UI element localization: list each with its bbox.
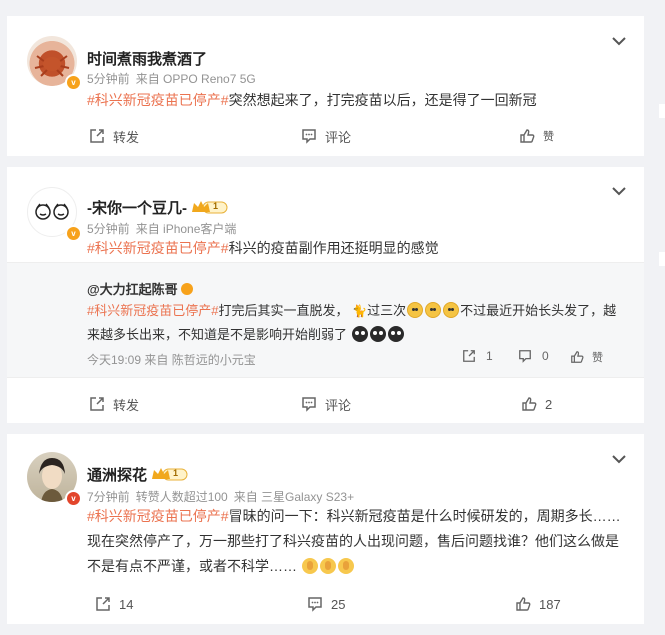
comment-button[interactable]: 25	[307, 588, 345, 620]
post-card-2: v -宋你一个豆几- 1 5分钟前 来自 iPhone客户端 #科兴新冠疫苗已停产…	[7, 167, 644, 423]
post-source: 来自 三星Galaxy S23+	[233, 490, 355, 504]
comment-button[interactable]: 评论	[301, 388, 351, 420]
post-card-3: v 通洲探花 1 7分钟前 转赞人数超过100 来自 三星Galaxy S23+ #…	[7, 434, 644, 624]
username[interactable]: 时间煮雨我煮酒了	[87, 48, 207, 69]
black-face-emoji-icon	[387, 326, 404, 342]
action-bar: 14 25 187	[7, 588, 644, 620]
level-number: 1	[213, 201, 219, 211]
verified-badge-icon: v	[65, 74, 82, 91]
topic-link[interactable]: #科兴新冠疫苗已停产#	[87, 240, 229, 256]
comment-icon	[308, 597, 322, 612]
like-button[interactable]: 187	[515, 588, 561, 620]
like-count: 187	[539, 596, 561, 612]
post-card-1: v 时间煮雨我煮酒了 5分钟前 来自 OPPO Reno7 5G #科兴新冠疫苗已…	[7, 16, 644, 156]
post-meta: 5分钟前 来自 OPPO Reno7 5G	[87, 70, 262, 87]
post-text: 突然想起来了，打完疫苗以后，还是得了一回新冠	[228, 92, 537, 108]
repost-icon	[96, 597, 110, 611]
topic-link[interactable]: #科兴新冠疫苗已停产#	[87, 92, 229, 108]
repost-author-text: @大力扛起陈哥	[87, 282, 178, 297]
username[interactable]: -宋你一个豆几- 1	[87, 197, 229, 218]
like-icon	[516, 597, 531, 611]
repost-text-a: 打完后其实一直脱发，	[218, 303, 349, 318]
crying-emoji-icon	[425, 302, 442, 318]
repost-icon	[90, 397, 104, 411]
repost-icon	[90, 129, 104, 143]
post-source: 来自 iPhone客户端	[135, 222, 237, 236]
repost-label: 转发	[113, 129, 140, 145]
comment-icon	[302, 397, 316, 412]
post-content: #科兴新冠疫苗已停产#突然想起来了，打完疫苗以后，还是得了一回新冠	[87, 88, 624, 112]
pray-emoji-icon	[337, 558, 354, 574]
repost-box[interactable]: @大力扛起陈哥 #科兴新冠疫苗已停产#打完后其实一直脱发， 🐈过三次 不过最近开始…	[7, 262, 644, 378]
repost-icon	[463, 350, 475, 362]
like-icon	[571, 351, 584, 363]
verified-badge-icon	[181, 283, 194, 295]
cat-emoji-icon: 🐈	[352, 304, 368, 318]
username-text: 通洲探花	[87, 467, 148, 484]
like-count: 2	[545, 396, 553, 412]
topic-link[interactable]: #科兴新冠疫苗已停产#	[87, 508, 229, 524]
chevron-down-icon[interactable]	[612, 36, 626, 46]
repost-text-b: 过三次	[367, 303, 407, 318]
like-button[interactable]: 2	[521, 388, 552, 420]
chevron-down-icon[interactable]	[612, 454, 626, 464]
repost-button[interactable]: 转发	[89, 120, 139, 152]
comment-label: 评论	[325, 129, 352, 145]
post-content: #科兴新冠疫苗已停产#冒昧的问一下：科兴新冠疫苗是什么时候研发的，周期多长……现…	[87, 504, 624, 579]
verified-badge-icon: v	[65, 225, 82, 242]
action-bar: 转发 评论 赞	[7, 120, 644, 152]
comment-button[interactable]: 评论	[301, 120, 351, 152]
crown-level-icon: 1	[151, 466, 189, 482]
crying-emoji-icon	[407, 302, 424, 318]
repost-repost-button[interactable]: 1	[462, 349, 493, 363]
repost-count: 14	[119, 596, 134, 612]
post-time[interactable]: 5分钟前	[87, 222, 130, 236]
topic-link[interactable]: #科兴新冠疫苗已停产#	[87, 303, 218, 318]
level-number: 1	[173, 468, 179, 478]
black-face-emoji-icon	[351, 326, 368, 342]
comment-count: 25	[331, 596, 346, 612]
post-meta: 7分钟前 转赞人数超过100 来自 三星Galaxy S23+	[87, 488, 360, 505]
repost-count: 1	[486, 349, 493, 363]
action-bar: 转发 评论 2	[7, 388, 644, 420]
pray-emoji-icon	[319, 558, 336, 574]
verified-badge-icon: v	[65, 490, 82, 507]
like-button[interactable]: 赞	[519, 120, 554, 152]
comment-icon	[302, 129, 316, 144]
post-meta: 5分钟前 来自 iPhone客户端	[87, 220, 242, 237]
repost-author[interactable]: @大力扛起陈哥	[87, 279, 194, 298]
pray-emoji-icon	[301, 558, 318, 574]
chevron-down-icon[interactable]	[612, 186, 626, 196]
username[interactable]: 通洲探花 1	[87, 464, 189, 485]
post-time[interactable]: 7分钟前	[87, 490, 130, 504]
username-text: -宋你一个豆几-	[87, 200, 187, 217]
post-text: 科兴的疫苗副作用还挺明显的感觉	[228, 240, 439, 256]
comment-label: 评论	[325, 397, 352, 413]
repost-like-button[interactable]: 赞	[570, 349, 603, 365]
like-icon	[520, 129, 535, 143]
repost-button[interactable]: 14	[95, 588, 133, 620]
comment-icon	[519, 350, 531, 363]
repost-button[interactable]: 转发	[89, 388, 139, 420]
post-content: #科兴新冠疫苗已停产#科兴的疫苗副作用还挺明显的感觉	[87, 236, 624, 260]
post-time[interactable]: 5分钟前	[87, 72, 130, 86]
like-label: 赞	[592, 352, 603, 364]
repost-text: #科兴新冠疫苗已停产#打完后其实一直脱发， 🐈过三次 不过最近开始长头发了，越来越…	[87, 299, 624, 347]
repost-label: 转发	[113, 397, 140, 413]
comment-count: 0	[542, 349, 549, 363]
crying-emoji-icon	[443, 302, 460, 318]
liked-note: 转赞人数超过100	[135, 490, 228, 504]
repost-meta: 今天19:09 来自 陈哲远的小元宝	[87, 353, 256, 367]
like-label: 赞	[543, 131, 554, 143]
post-source: 来自 OPPO Reno7 5G	[135, 72, 256, 86]
crown-level-icon: 1	[191, 199, 229, 215]
black-face-emoji-icon	[369, 326, 386, 342]
right-gutter	[647, 0, 665, 635]
repost-comment-button[interactable]: 0	[518, 349, 549, 363]
like-icon	[522, 397, 537, 411]
